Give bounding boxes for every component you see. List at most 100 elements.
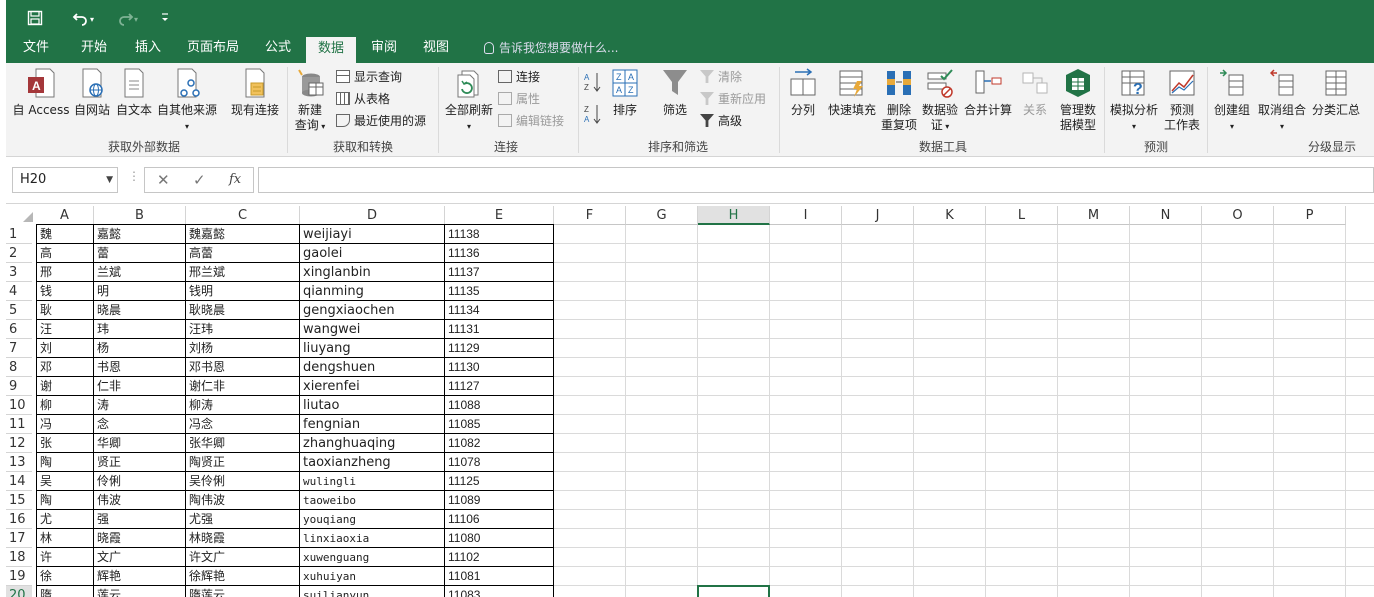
given-name-cell[interactable]: 伶俐 xyxy=(94,472,186,491)
full-name-cell[interactable]: 谢仁非 xyxy=(186,377,300,396)
from-web-button[interactable]: 自网站 xyxy=(72,67,112,118)
full-name-cell[interactable]: 隋莲云 xyxy=(186,586,300,597)
full-name-cell[interactable]: 邢兰斌 xyxy=(186,263,300,282)
full-name-cell[interactable]: 邓书恩 xyxy=(186,358,300,377)
sort-button[interactable]: ZAAZ 排序 xyxy=(606,67,644,118)
group-button[interactable]: 创建组 ▾ xyxy=(1210,67,1254,134)
manage-data-model-button[interactable]: 管理数 据模型 xyxy=(1056,67,1100,133)
full-name-cell[interactable]: 吴伶俐 xyxy=(186,472,300,491)
id-cell[interactable]: 11082 xyxy=(445,434,554,453)
row-header[interactable]: 16 xyxy=(6,510,32,529)
given-name-cell[interactable]: 晓霞 xyxy=(94,529,186,548)
cancel-icon[interactable]: ✕ xyxy=(157,168,170,192)
row-header[interactable]: 13 xyxy=(6,453,32,472)
given-name-cell[interactable]: 辉艳 xyxy=(94,567,186,586)
surname-cell[interactable]: 吴 xyxy=(36,472,94,491)
pinyin-cell[interactable]: linxiaoxia xyxy=(300,529,445,548)
given-name-cell[interactable]: 杨 xyxy=(94,339,186,358)
id-cell[interactable]: 11078 xyxy=(445,453,554,472)
redo-icon[interactable]: ▾ xyxy=(110,6,144,30)
surname-cell[interactable]: 张 xyxy=(36,434,94,453)
data-validation-button[interactable]: 数据验证 ▾ xyxy=(920,67,960,134)
surname-cell[interactable]: 尤 xyxy=(36,510,94,529)
formula-bar-splitter[interactable]: ⋮ xyxy=(128,169,140,183)
full-name-cell[interactable]: 冯念 xyxy=(186,415,300,434)
pinyin-cell[interactable]: suilianyun xyxy=(300,586,445,597)
worksheet-grid[interactable]: ABCDEFGHIJKLMNOP 1 魏嘉懿 魏嘉懿 weijiayi 11138 2 高蕾… xyxy=(6,204,1374,597)
sort-ascending-button[interactable]: AZ xyxy=(584,71,602,92)
full-name-cell[interactable]: 汪玮 xyxy=(186,320,300,339)
surname-cell[interactable]: 汪 xyxy=(36,320,94,339)
column-header-n[interactable]: N xyxy=(1130,206,1202,225)
tab-home[interactable]: 开始 xyxy=(74,36,114,63)
tab-file[interactable]: 文件 xyxy=(16,36,56,63)
save-icon[interactable] xyxy=(24,6,46,30)
id-cell[interactable]: 11130 xyxy=(445,358,554,377)
row-header[interactable]: 20 xyxy=(6,586,32,597)
row-header[interactable]: 10 xyxy=(6,396,32,415)
tab-page-layout[interactable]: 页面布局 xyxy=(182,36,244,63)
edit-links-button[interactable]: 编辑链接 xyxy=(498,111,564,131)
id-cell[interactable]: 11083 xyxy=(445,586,554,597)
pinyin-cell[interactable]: dengshuen xyxy=(300,358,445,377)
tab-review[interactable]: 审阅 xyxy=(364,36,404,63)
given-name-cell[interactable]: 莲云 xyxy=(94,586,186,597)
show-queries-button[interactable]: 显示查询 xyxy=(336,67,402,87)
relationships-button[interactable]: 关系 xyxy=(1016,67,1054,118)
column-header-c[interactable]: C xyxy=(186,206,300,225)
from-access-button[interactable]: A 自 Access xyxy=(10,67,72,118)
formula-input[interactable] xyxy=(258,167,1374,193)
from-other-sources-button[interactable]: 自其他来源 ▾ xyxy=(154,67,220,134)
id-cell[interactable]: 11127 xyxy=(445,377,554,396)
id-cell[interactable]: 11088 xyxy=(445,396,554,415)
flash-fill-button[interactable]: 快速填充 xyxy=(824,67,880,118)
id-cell[interactable]: 11134 xyxy=(445,301,554,320)
given-name-cell[interactable]: 书恩 xyxy=(94,358,186,377)
pinyin-cell[interactable]: xierenfei xyxy=(300,377,445,396)
column-header-k[interactable]: K xyxy=(914,206,986,225)
recent-sources-button[interactable]: 最近使用的源 xyxy=(336,111,426,131)
surname-cell[interactable]: 高 xyxy=(36,244,94,263)
full-name-cell[interactable]: 柳涛 xyxy=(186,396,300,415)
row-header[interactable]: 11 xyxy=(6,415,32,434)
tab-view[interactable]: 视图 xyxy=(416,36,456,63)
surname-cell[interactable]: 耿 xyxy=(36,301,94,320)
pinyin-cell[interactable]: xinglanbin xyxy=(300,263,445,282)
id-cell[interactable]: 11080 xyxy=(445,529,554,548)
surname-cell[interactable]: 隋 xyxy=(36,586,94,597)
column-header-o[interactable]: O xyxy=(1202,206,1274,225)
pinyin-cell[interactable]: wulingli xyxy=(300,472,445,491)
given-name-cell[interactable]: 玮 xyxy=(94,320,186,339)
surname-cell[interactable]: 许 xyxy=(36,548,94,567)
given-name-cell[interactable]: 仁非 xyxy=(94,377,186,396)
what-if-analysis-button[interactable]: ? 模拟分析 ▾ xyxy=(1108,67,1160,134)
pinyin-cell[interactable]: xuwenguang xyxy=(300,548,445,567)
row-header[interactable]: 14 xyxy=(6,472,32,491)
pinyin-cell[interactable]: qianming xyxy=(300,282,445,301)
full-name-cell[interactable]: 刘杨 xyxy=(186,339,300,358)
full-name-cell[interactable]: 高蕾 xyxy=(186,244,300,263)
pinyin-cell[interactable]: xuhuiyan xyxy=(300,567,445,586)
row-header[interactable]: 7 xyxy=(6,339,32,358)
properties-button[interactable]: 属性 xyxy=(498,89,540,109)
reapply-button[interactable]: 重新应用 xyxy=(700,89,766,109)
column-header-b[interactable]: B xyxy=(94,206,186,225)
from-table-button[interactable]: 从表格 xyxy=(336,89,390,109)
surname-cell[interactable]: 钱 xyxy=(36,282,94,301)
given-name-cell[interactable]: 贤正 xyxy=(94,453,186,472)
ungroup-button[interactable]: 取消组合 ▾ xyxy=(1254,67,1310,134)
pinyin-cell[interactable]: youqiang xyxy=(300,510,445,529)
pinyin-cell[interactable]: zhanghuaqing xyxy=(300,434,445,453)
id-cell[interactable]: 11136 xyxy=(445,244,554,263)
chevron-down-icon[interactable]: ▼ xyxy=(106,168,113,192)
pinyin-cell[interactable]: gengxiaochen xyxy=(300,301,445,320)
filter-button[interactable]: 筛选 xyxy=(656,67,694,118)
given-name-cell[interactable]: 念 xyxy=(94,415,186,434)
full-name-cell[interactable]: 许文广 xyxy=(186,548,300,567)
existing-connections-button[interactable]: 现有连接 xyxy=(228,67,282,118)
column-header-d[interactable]: D xyxy=(300,206,445,225)
pinyin-cell[interactable]: wangwei xyxy=(300,320,445,339)
new-query-button[interactable]: 新建 查询 ▾ xyxy=(290,67,330,134)
given-name-cell[interactable]: 嘉懿 xyxy=(94,224,186,244)
tab-data[interactable]: 数据 xyxy=(306,36,356,63)
